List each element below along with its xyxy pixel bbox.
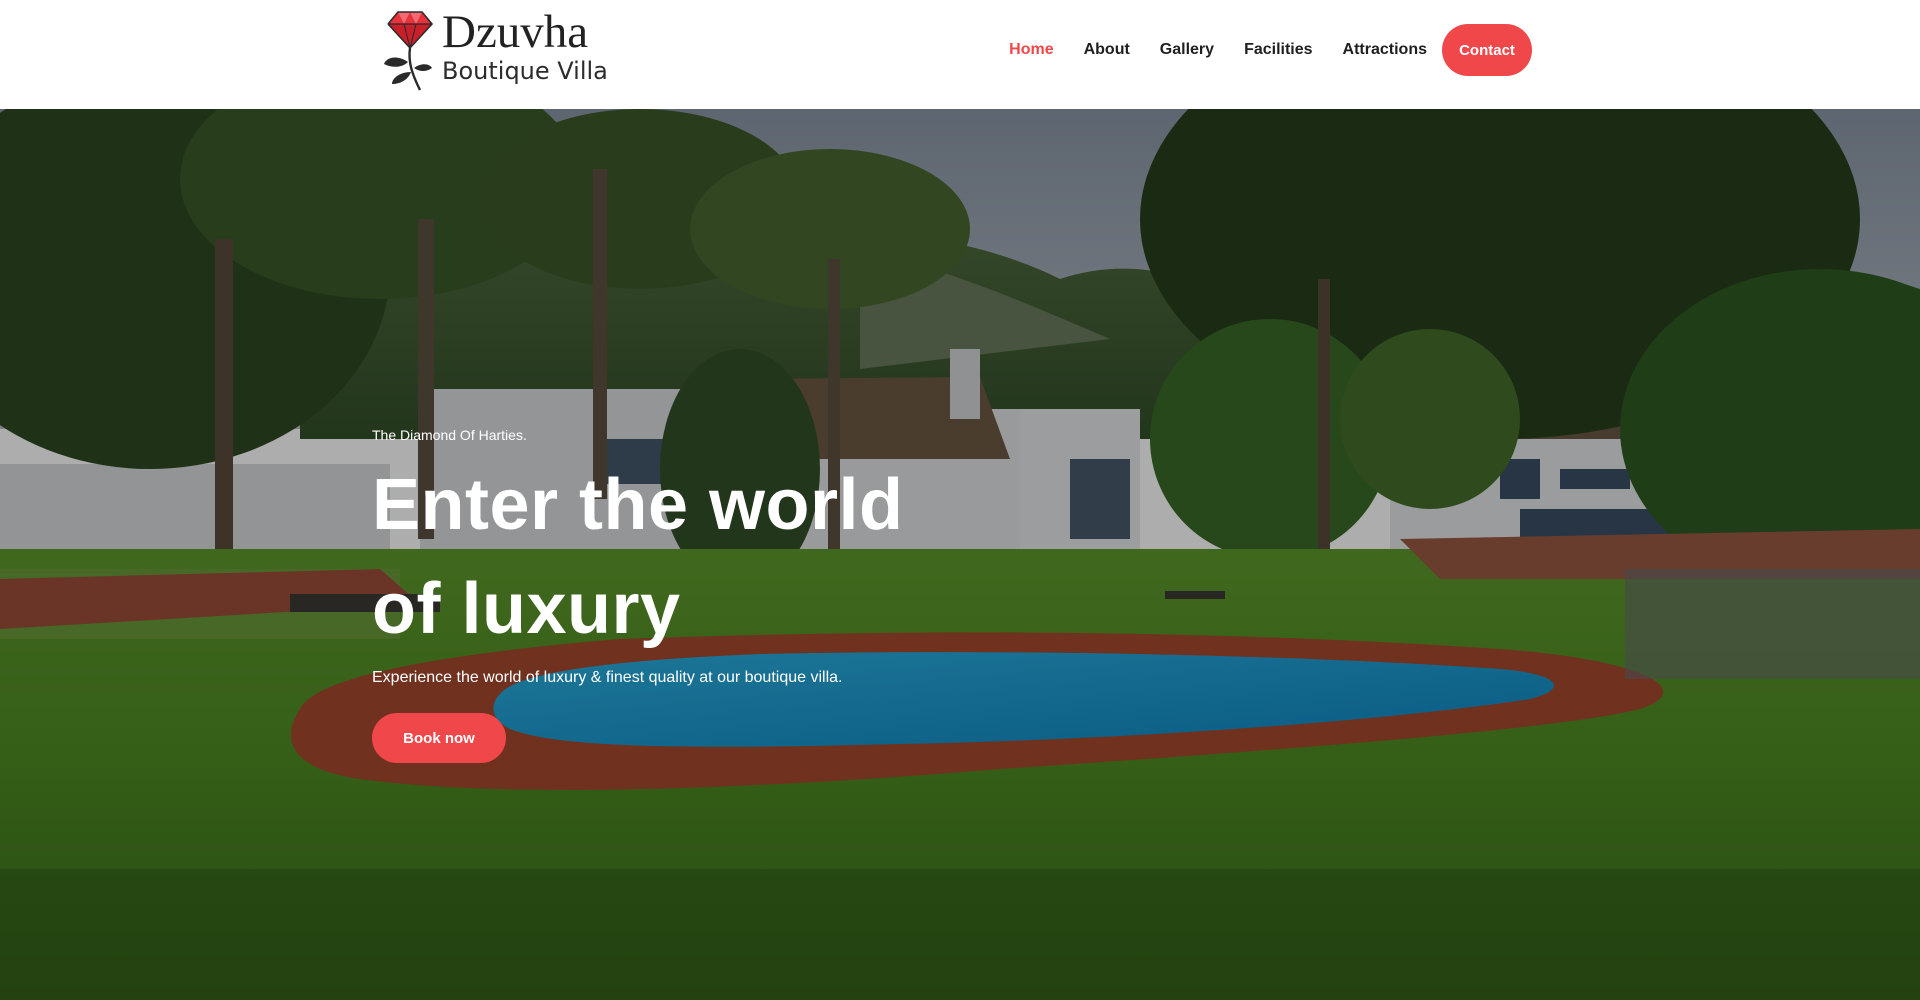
nav-gallery[interactable]: Gallery bbox=[1145, 41, 1229, 59]
book-now-button[interactable]: Book now bbox=[372, 713, 506, 763]
brand-name: Dzuvha bbox=[442, 6, 589, 58]
diamond-rose-icon bbox=[384, 11, 434, 91]
hero-title-line-2: of luxury bbox=[372, 569, 681, 649]
brand-subtitle: Boutique Villa bbox=[442, 57, 608, 85]
hero-title-line-1: Enter the world bbox=[372, 465, 904, 545]
nav-about[interactable]: About bbox=[1069, 41, 1145, 59]
site-header: Dzuvha Boutique Villa Home About Gallery… bbox=[0, 0, 1920, 109]
nav-attractions[interactable]: Attractions bbox=[1328, 41, 1442, 59]
nav-facilities[interactable]: Facilities bbox=[1229, 41, 1327, 59]
hero-title: Enter the world of luxury bbox=[372, 453, 1072, 661]
hero-content: The Diamond Of Harties. Enter the world … bbox=[372, 425, 1072, 763]
contact-button[interactable]: Contact bbox=[1442, 24, 1532, 76]
hero-subtitle: Experience the world of luxury & finest … bbox=[372, 669, 843, 686]
site-logo[interactable]: Dzuvha Boutique Villa bbox=[380, 6, 610, 94]
nav-home[interactable]: Home bbox=[994, 41, 1068, 59]
hero-section: The Diamond Of Harties. Enter the world … bbox=[0, 109, 1920, 1000]
main-nav: Home About Gallery Facilities Attraction… bbox=[994, 24, 1532, 76]
hero-eyebrow: The Diamond Of Harties. bbox=[372, 427, 527, 443]
